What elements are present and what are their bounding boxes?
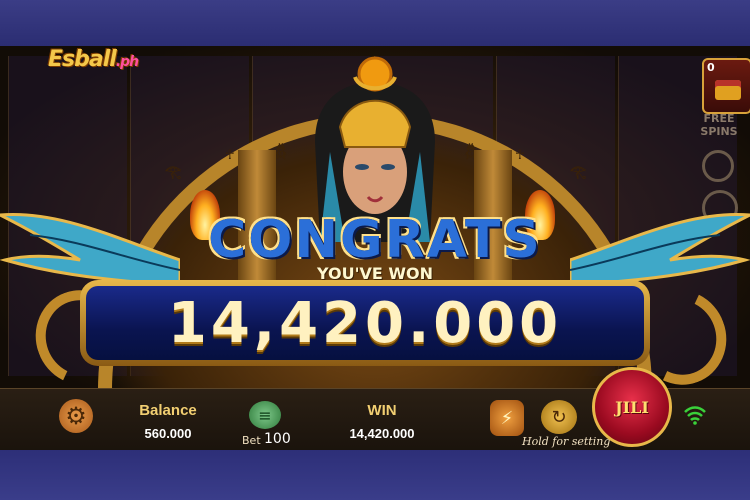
- hieroglyph: ☥: [515, 148, 525, 163]
- top-frame: [0, 0, 750, 46]
- chest-count: 0: [707, 61, 715, 74]
- bottom-frame: [0, 450, 750, 500]
- win-value: 14,420.000: [349, 426, 415, 441]
- settings-button[interactable]: ⚙: [59, 399, 93, 433]
- side-ornament: [702, 150, 734, 182]
- balance-value: 560.000: [144, 426, 192, 441]
- auto-spin-button[interactable]: ↻: [541, 400, 577, 434]
- wifi-icon: [684, 406, 706, 425]
- bet-value: 100: [264, 431, 291, 447]
- logo-main-text: Esball: [48, 47, 117, 72]
- treasure-chest-icon: [715, 80, 741, 100]
- hieroglyph: 𓂀: [570, 165, 587, 180]
- bet-label: Bet: [242, 434, 261, 447]
- bet-button[interactable]: ≡: [249, 401, 281, 429]
- win-amount: 14,420.000: [167, 290, 563, 356]
- win-label: WIN: [367, 402, 397, 419]
- free-spins-label: FREE SPINS: [700, 112, 738, 138]
- gear-icon: ⚙: [65, 402, 87, 430]
- treasure-chest-button[interactable]: 0: [702, 58, 750, 114]
- turbo-button[interactable]: ⚡: [490, 400, 524, 436]
- congrats-title: CONGRATS: [208, 210, 542, 270]
- spin-logo-label: JILI: [615, 397, 649, 417]
- hieroglyph: 𓂀: [165, 165, 182, 180]
- logo-suffix-text: .ph: [115, 54, 139, 70]
- balance-label: Balance: [139, 402, 197, 419]
- brand-logo: Esball.ph: [48, 47, 139, 72]
- win-amount-panel: 14,420.000: [86, 286, 644, 360]
- spin-button[interactable]: JILI: [592, 367, 672, 447]
- game-screen: Esball.ph 0 FREE SPINS 𓂀 ☥ 𓆣 𓆣 ☥ 𓂀 CONGR…: [0, 0, 750, 500]
- hold-for-setting-hint: Hold for setting: [522, 435, 611, 448]
- hieroglyph: ☥: [225, 148, 235, 163]
- lightning-icon: ⚡: [500, 407, 514, 429]
- hieroglyph: 𓆣: [275, 145, 287, 160]
- auto-spin-icon: ↻: [551, 406, 567, 428]
- win-amount-plaque: 14,420.000: [80, 280, 650, 366]
- coin-stack-icon: ≡: [258, 405, 272, 425]
